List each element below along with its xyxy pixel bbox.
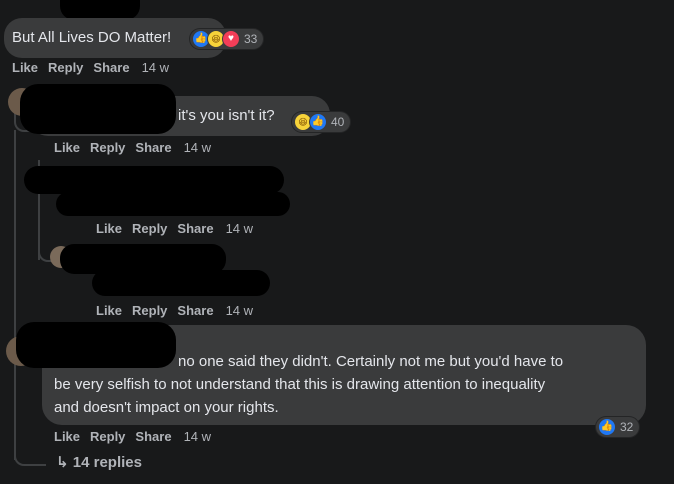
share-button[interactable]: Share	[135, 140, 171, 155]
share-button[interactable]: Share	[177, 221, 213, 236]
like-button[interactable]: Like	[54, 429, 80, 444]
comment-actions: Like Reply Share 14 w	[96, 221, 253, 236]
timestamp[interactable]: 14 w	[226, 221, 253, 236]
timestamp[interactable]: 14 w	[226, 303, 253, 318]
comment-actions: Like Reply Share 14 w	[54, 429, 211, 444]
reaction-count: 33	[244, 32, 258, 46]
reply-button[interactable]: Reply	[48, 60, 83, 75]
reaction-summary[interactable]: 👍 32	[596, 417, 640, 437]
redacted-comment	[92, 270, 270, 296]
timestamp[interactable]: 14 w	[184, 429, 211, 444]
comment-text-line: and doesn't impact on your rights.	[54, 399, 279, 416]
reply-arrow-icon: ↳	[56, 454, 69, 471]
like-button[interactable]: Like	[96, 221, 122, 236]
reaction-summary[interactable]: 😆 👍 40	[292, 112, 351, 132]
share-button[interactable]: Share	[93, 60, 129, 75]
replies-count: 14 replies	[72, 454, 142, 471]
reply-button[interactable]: Reply	[90, 140, 125, 155]
reaction-count: 32	[620, 420, 634, 434]
timestamp[interactable]: 14 w	[142, 60, 169, 75]
view-replies-link[interactable]: ↳ 14 replies	[56, 453, 142, 471]
comment-text: But All Lives DO Matter!	[12, 29, 172, 46]
reply-button[interactable]: Reply	[90, 429, 125, 444]
comment-actions: Like Reply Share 14 w	[12, 60, 169, 75]
like-icon: 👍	[598, 418, 616, 436]
comment-text: it's you isn't it?	[178, 107, 275, 124]
thread-line	[14, 130, 16, 460]
comment-actions: Like Reply Share 14 w	[96, 303, 253, 318]
share-button[interactable]: Share	[177, 303, 213, 318]
like-button[interactable]: Like	[12, 60, 38, 75]
redacted-comment	[56, 192, 290, 216]
reaction-count: 40	[331, 115, 345, 129]
redacted-name	[16, 322, 176, 368]
like-button[interactable]: Like	[54, 140, 80, 155]
comment-text-line: no one said they didn't. Certainly not m…	[178, 353, 564, 370]
like-button[interactable]: Like	[96, 303, 122, 318]
reaction-summary[interactable]: 👍 😆 ♥ 33	[190, 29, 264, 49]
reply-button[interactable]: Reply	[132, 221, 167, 236]
love-icon: ♥	[222, 30, 240, 48]
redacted-comment	[24, 166, 284, 194]
share-button[interactable]: Share	[135, 429, 171, 444]
comment-actions: Like Reply Share 14 w	[54, 140, 211, 155]
timestamp[interactable]: 14 w	[184, 140, 211, 155]
thread-connector	[14, 448, 46, 466]
reply-button[interactable]: Reply	[132, 303, 167, 318]
redacted-name	[20, 84, 176, 134]
comment-text-line: be very selfish to not understand that t…	[54, 376, 546, 393]
redacted-name	[60, 0, 140, 20]
like-icon: 👍	[309, 113, 327, 131]
